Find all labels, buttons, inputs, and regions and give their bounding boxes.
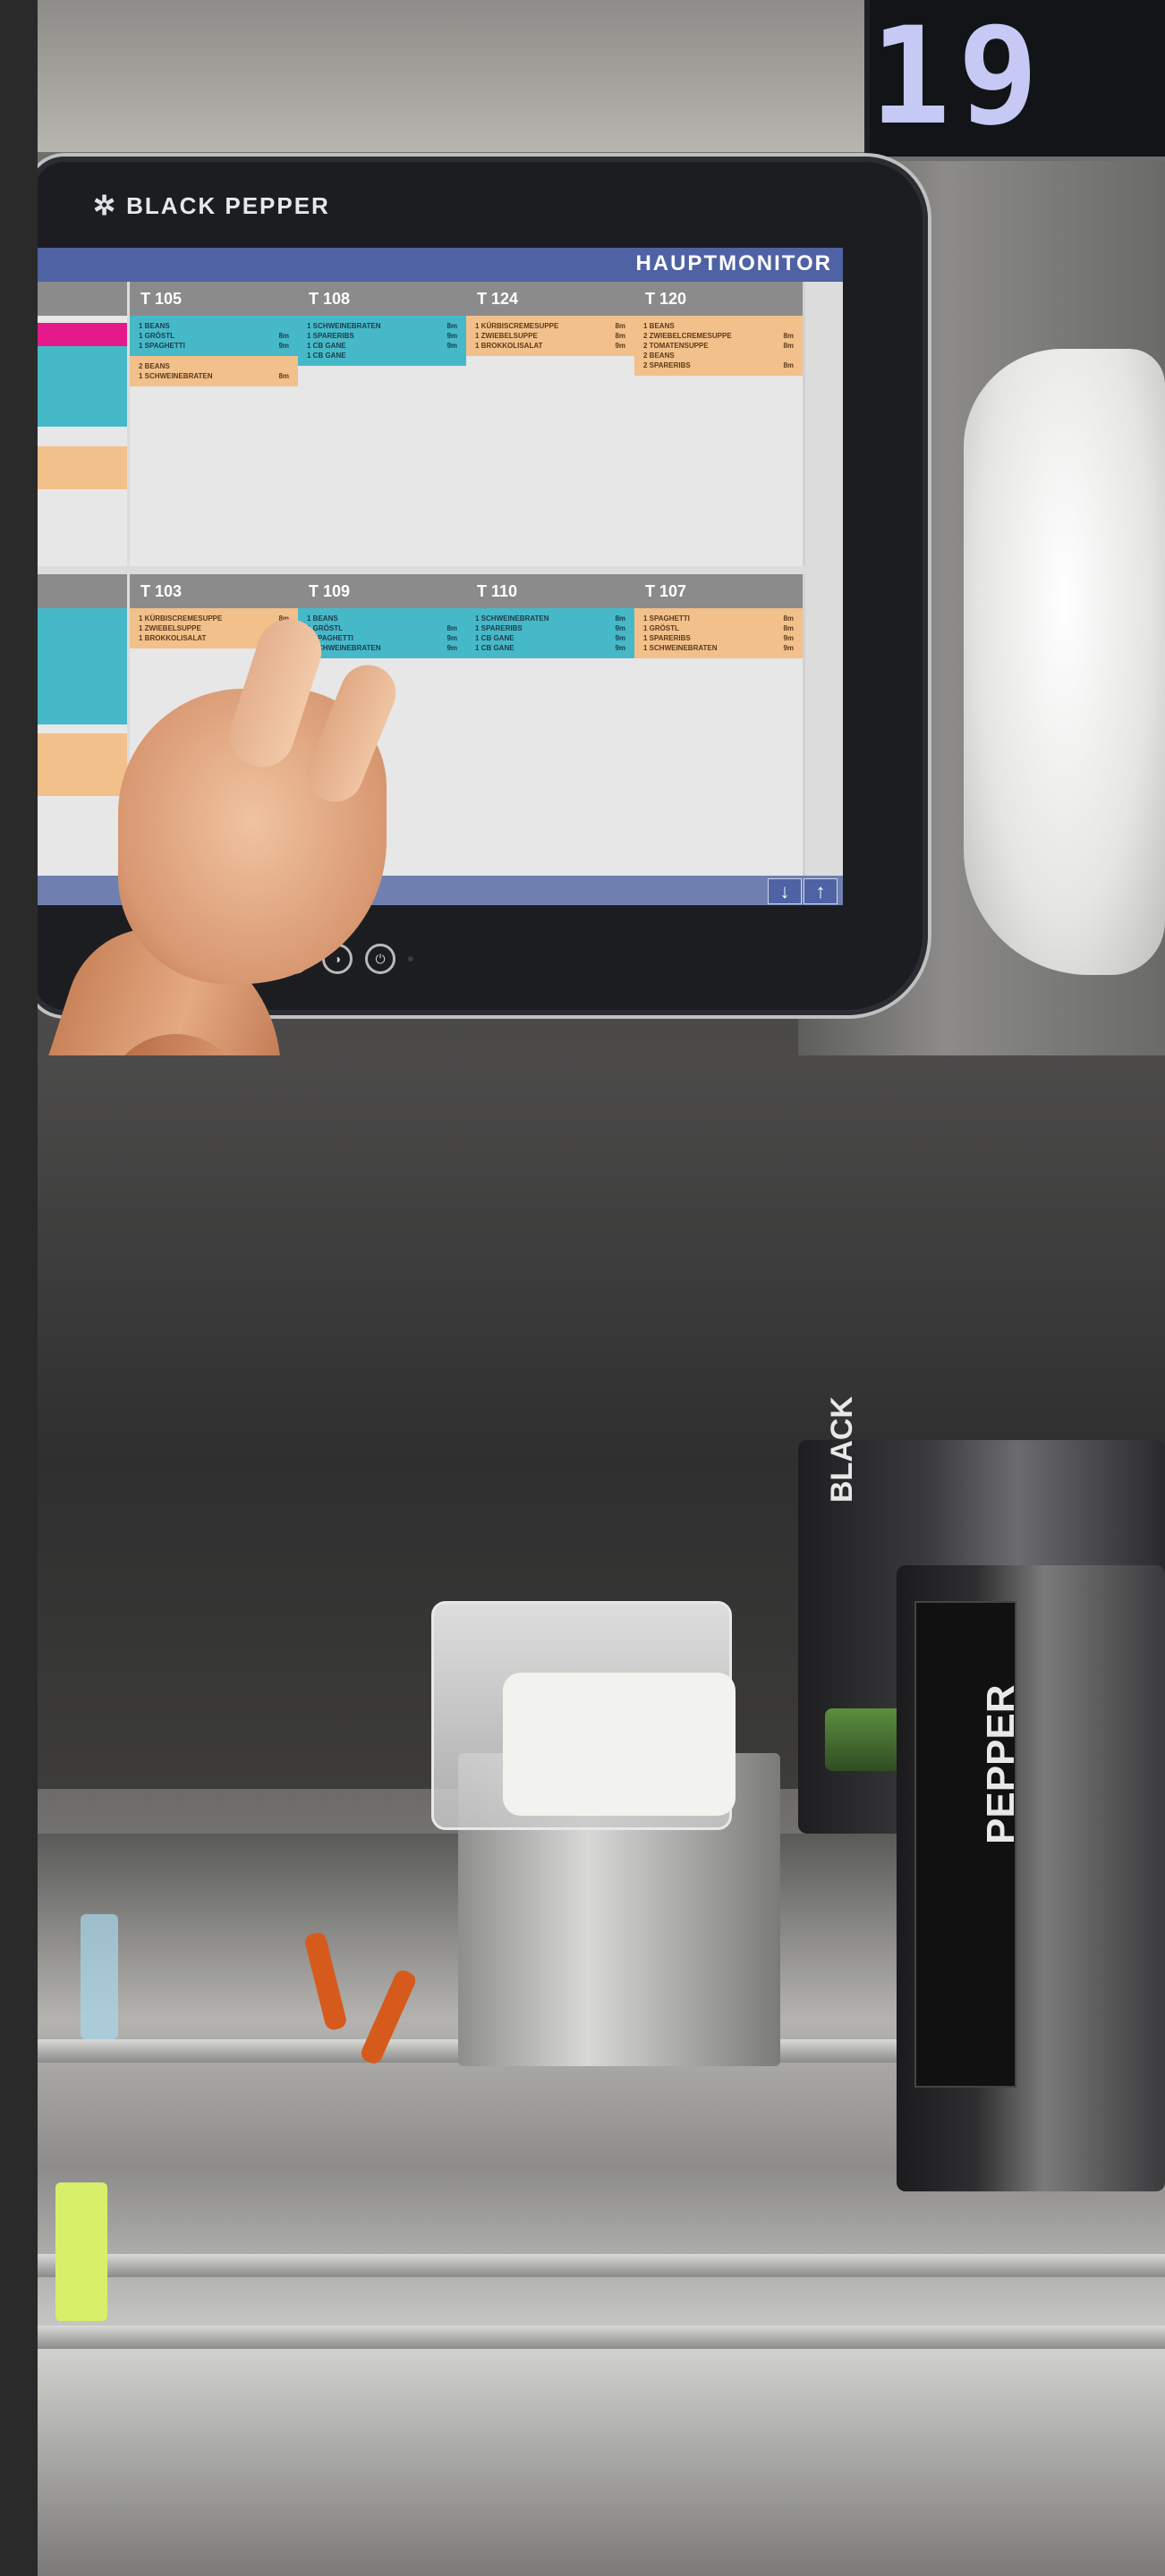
table-number: T 105 <box>130 282 298 316</box>
line-item: 1 CB GANE 9m <box>475 634 625 642</box>
order-column[interactable]: T 124 1 KÜRBISCREMESUPPE 8m 1 ZWIEBELSUPP… <box>466 282 637 566</box>
table-number: T 110 <box>466 574 634 608</box>
line-item: 1 SCHWEINEBRATEN 8m <box>139 372 289 380</box>
partial-column-top <box>38 282 127 566</box>
rice-container <box>503 1673 736 1816</box>
counter-rail <box>38 2254 1165 2277</box>
line-item: 1 SPAGHETTI 9m <box>139 342 289 350</box>
dispenser-label: BLACK <box>825 1396 859 1503</box>
blue-bottle <box>81 1914 118 2039</box>
line-item: 1 SCHWEINEBRATEN 8m <box>307 322 457 330</box>
left-dark-strip <box>0 0 38 2576</box>
table-number: T 107 <box>634 574 803 608</box>
dispenser-unit: PEPPER <box>897 1565 1165 2191</box>
screen-title: HAUPTMONITOR <box>635 251 832 275</box>
brand-label: BLACK PEPPER <box>126 192 330 219</box>
white-bag <box>964 349 1165 975</box>
line-item: 2 BEANS <box>643 352 675 360</box>
line-item: 1 CB GANE 9m <box>475 644 625 652</box>
line-item: 1 CB GANE 9m <box>307 342 457 350</box>
line-item: 1 SPAGHETTI 9m <box>307 634 457 642</box>
line-item: 2 ZWIEBELCREMESUPPE 8m <box>643 332 794 340</box>
power-icon[interactable]: ⏻ <box>365 944 395 974</box>
kitchen-scene: 19 4 ✲ BLACK PEPPER HAUPTMONITOR <box>38 0 1165 2576</box>
order-column[interactable]: T 105 1 BEANS 1 GRÖSTL 8m 1 SPAGHETTI 9m 2… <box>130 282 301 566</box>
order-column[interactable]: T 108 1 SCHWEINEBRATEN 8m 1 SPARERIBS 9m 1… <box>298 282 469 566</box>
lime-bottle <box>55 2182 107 2321</box>
line-item: 1 GRÖSTL 8m <box>139 332 289 340</box>
partial-column-bottom <box>38 574 127 876</box>
line-item: 1 GRÖSTL 8m <box>643 624 794 632</box>
order-column[interactable]: T 110 1 SCHWEINEBRATEN 8m 1 SPARERIBS 9m 1… <box>466 574 637 876</box>
order-ticket[interactable]: 2 BEANS 1 SCHWEINEBRATEN 8m <box>130 356 298 386</box>
table-number: T 108 <box>298 282 466 316</box>
brand: ✲ BLACK PEPPER <box>93 191 330 222</box>
line-item: 1 SPARERIBS 9m <box>307 332 457 340</box>
order-ticket[interactable]: 1 KÜRBISCREMESUPPE8m 1 ZWIEBELSUPPE8m 1 … <box>466 316 634 356</box>
scroll-down-button[interactable]: ↓ <box>768 878 802 904</box>
line-item: 1 SCHWEINEBRATEN 8m <box>475 614 625 623</box>
sparkle-logo-icon: ✲ <box>93 191 118 221</box>
order-ticket[interactable]: 1 SCHWEINEBRATEN 8m 1 SPARERIBS 9m 1 CB GA… <box>466 608 634 658</box>
screen-header: HAUPTMONITOR <box>38 248 843 282</box>
line-item: 1 KÜRBISCREMESUPPE8m <box>475 322 625 330</box>
line-item: 1 SPARERIBS 9m <box>475 624 625 632</box>
line-item: 2 SPARERIBS 8m <box>643 361 794 369</box>
line-item: 1 KÜRBISCREMESUPPE8m <box>139 614 289 623</box>
order-ticket[interactable]: 1 SPAGHETTI 8m 1 GRÖSTL 8m 1 SPARERIBS 9m 1… <box>634 608 803 658</box>
line-item: 2 TOMATENSUPPE 8m <box>643 342 794 350</box>
line-item: 2 BEANS <box>139 362 170 370</box>
dispenser-label: PEPPER <box>979 1684 1023 1844</box>
table-number: T 103 <box>130 574 298 608</box>
led-order-display: 19 4 <box>864 0 1165 292</box>
counter-rail <box>38 2326 1165 2349</box>
line-item: 1 SPAGHETTI 8m <box>643 614 794 623</box>
line-item: 1 SPARERIBS 9m <box>643 634 794 642</box>
order-column[interactable]: T 120 1 BEANS 2 ZWIEBELCREMESUPPE 8m 2 TO… <box>634 282 805 566</box>
line-item: 1 BEANS <box>643 322 675 330</box>
line-item: 1 SCHWEINEBRATEN 9m <box>643 644 794 652</box>
table-number: T 120 <box>634 282 803 316</box>
table-number: T 109 <box>298 574 466 608</box>
status-led <box>408 956 413 962</box>
order-ticket[interactable]: 1 BEANS 2 ZWIEBELCREMESUPPE 8m 2 TOMATENS… <box>634 316 803 376</box>
order-ticket[interactable]: 1 SCHWEINEBRATEN 8m 1 SPARERIBS 9m 1 CB GA… <box>298 316 466 366</box>
line-item: 1 BROKKOLISALAT 9m <box>475 342 625 350</box>
line-item: 1 BEANS <box>139 322 170 330</box>
order-ticket[interactable]: 1 BEANS 1 GRÖSTL 8m 1 SPAGHETTI 9m <box>130 316 298 356</box>
line-item: 1 GRÖSTL 8m <box>307 624 457 632</box>
order-ticket[interactable]: 1 BEANS 1 GRÖSTL 8m 1 SPAGHETTI 9m 1 SCHWE… <box>298 608 466 658</box>
line-item: 1 BEANS <box>307 614 338 623</box>
table-number: T 124 <box>466 282 634 316</box>
line-item: 1 CB GANE <box>307 352 346 360</box>
line-item: 1 SCHWEINEBRATEN 9m <box>307 644 457 652</box>
dispenser-control-panel[interactable]: PEPPER <box>914 1601 1023 2088</box>
order-column[interactable]: T 107 1 SPAGHETTI 8m 1 GRÖSTL 8m 1 SPARERI… <box>634 574 805 876</box>
scroll-up-button[interactable]: ↑ <box>804 878 838 904</box>
line-item: 1 ZWIEBELSUPPE8m <box>475 332 625 340</box>
